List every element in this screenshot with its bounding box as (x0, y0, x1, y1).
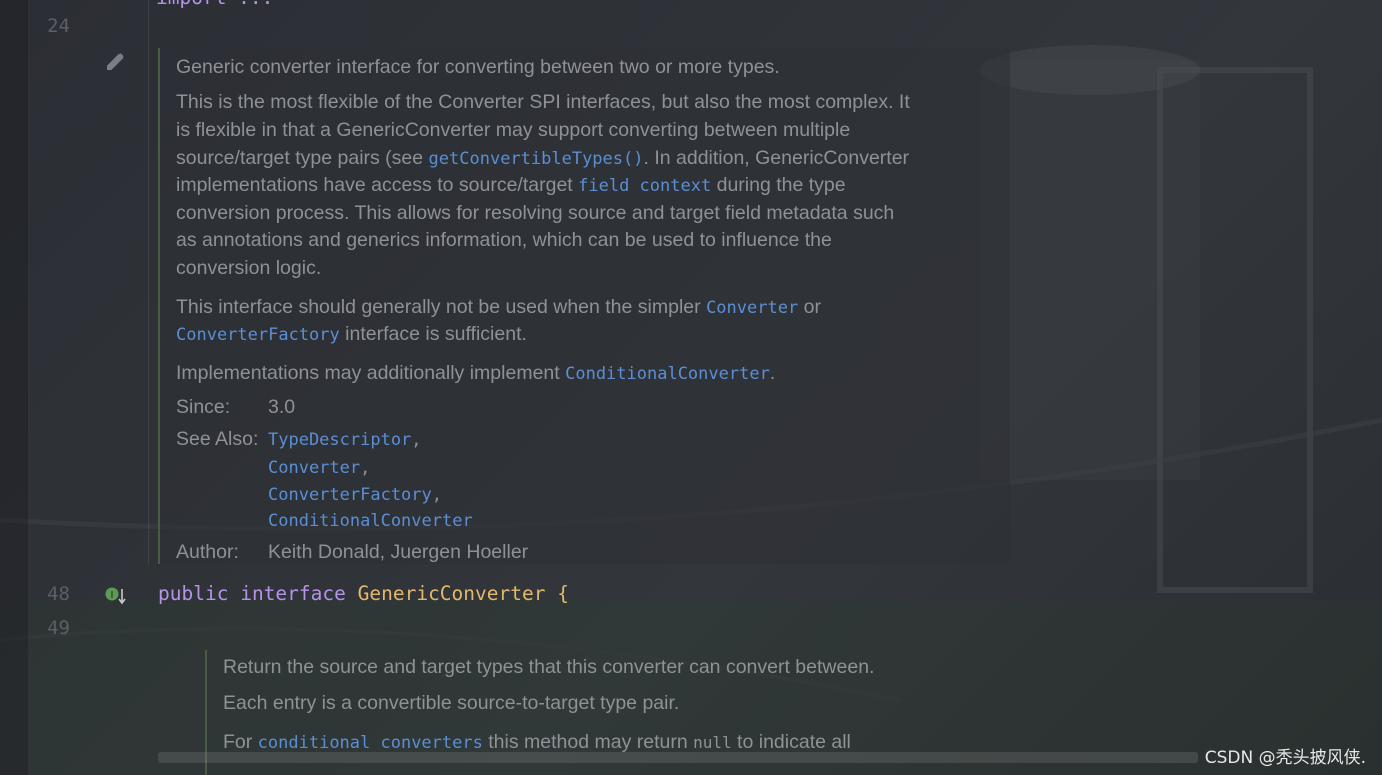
doc-para1-line3: source/target type pairs (see getConvert… (176, 147, 910, 169)
link-converterfactory[interactable]: ConverterFactory (176, 325, 340, 345)
svg-text:I: I (111, 590, 114, 601)
doc-para2-line1: This interface should generally not be u… (176, 296, 821, 318)
import-line-partial[interactable]: import ... (156, 0, 273, 9)
watermark-text: CSDN @秃头披风侠. (1204, 748, 1366, 768)
see-also-item[interactable]: ConditionalConverter (268, 511, 473, 531)
see-also-label: See Also: (176, 428, 259, 450)
doc-para1-line7: conversion logic. (176, 257, 322, 279)
class-name[interactable]: GenericConverter (358, 582, 546, 605)
indent-guide (148, 0, 149, 565)
doc-para1-line2: is flexible in that a GenericConverter m… (176, 119, 851, 141)
doc-para1-line4: implementations have access to source/ta… (176, 174, 846, 196)
code-interface-declaration[interactable]: public interface GenericConverter { (158, 582, 569, 605)
doc2-line2: Each entry is a convertible source-to-ta… (223, 692, 680, 714)
link-getconvertibletypes[interactable]: getConvertibleTypes() (429, 149, 644, 169)
link-conditionalconverter[interactable]: ConditionalConverter (565, 364, 770, 384)
see-also-item[interactable]: ConverterFactory, (268, 485, 442, 505)
doc2-line3: For conditional converters this method m… (223, 731, 851, 753)
link-converter[interactable]: Converter (706, 298, 798, 318)
link-conditional-converters[interactable]: conditional converters (258, 733, 483, 753)
line-number-24: 24 (47, 15, 70, 37)
see-also-item[interactable]: Converter, (268, 458, 370, 478)
doc-summary: Generic converter interface for converti… (176, 56, 780, 78)
line-number-48: 48 (47, 583, 70, 605)
since-label: Since: (176, 396, 231, 418)
horizontal-scrollbar[interactable] (158, 752, 1198, 763)
doc-para3: Implementations may additionally impleme… (176, 362, 776, 384)
doc-para1-line6: as annotations and generics information,… (176, 229, 832, 251)
see-also-item[interactable]: TypeDescriptor, (268, 430, 422, 450)
editor-gutter-strip (0, 0, 29, 775)
implemented-by-icon[interactable]: I (104, 585, 128, 611)
doc-para1-line1: This is the most flexible of the Convert… (176, 91, 910, 113)
doc-para2-line2: ConverterFactory interface is sufficient… (176, 323, 527, 345)
doc-para1-line5: conversion process. This allows for reso… (176, 202, 895, 224)
since-value: 3.0 (268, 396, 296, 418)
author-value: Keith Donald, Juergen Hoeller (268, 541, 529, 563)
author-label: Author: (176, 541, 239, 563)
link-field-context[interactable]: field context (578, 176, 711, 196)
line-number-49: 49 (47, 617, 70, 639)
doc2-line1: Return the source and target types that … (223, 656, 875, 678)
edit-doc-icon[interactable] (105, 50, 125, 74)
